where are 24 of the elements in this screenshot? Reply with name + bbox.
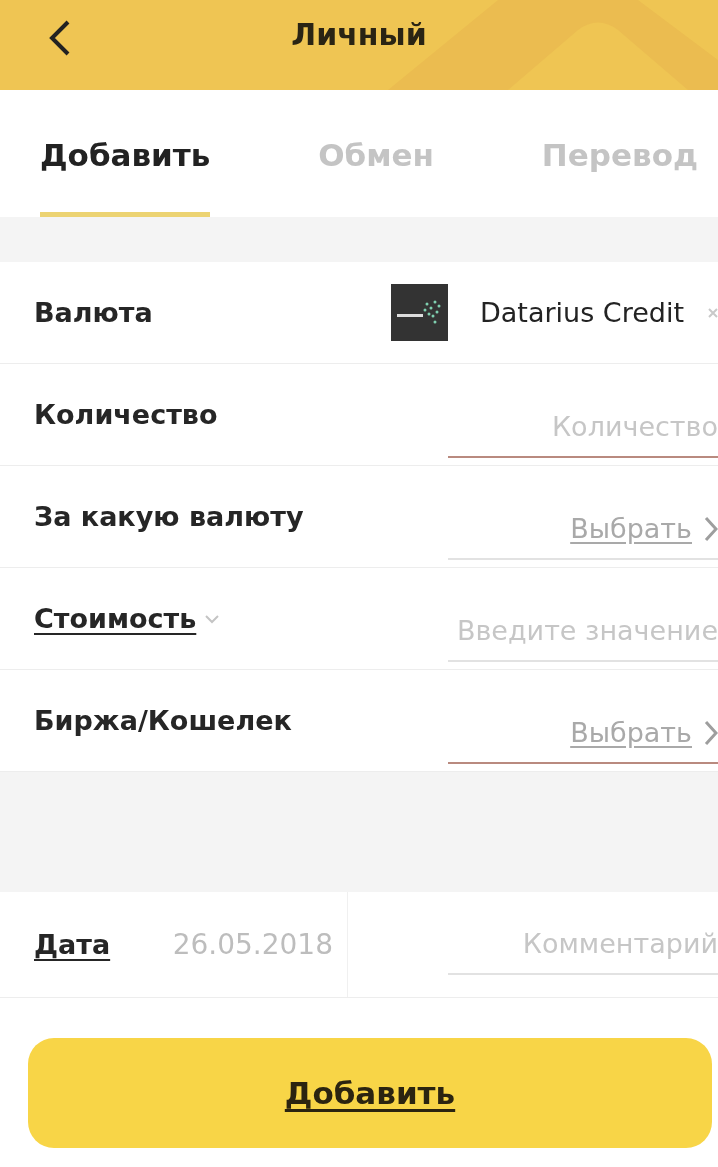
add-button[interactable]: Добавить xyxy=(28,1038,712,1148)
select-field[interactable]: Выбрать xyxy=(448,499,718,560)
input-field[interactable]: Количество xyxy=(448,397,718,458)
comment-field[interactable]: Комментарий xyxy=(448,914,718,975)
tab[interactable]: Добавить xyxy=(40,90,211,217)
select-field[interactable]: Выбрать xyxy=(448,703,718,764)
chevron-right-icon xyxy=(704,719,718,746)
field-label: Биржа/Кошелек xyxy=(34,705,292,736)
date-label: Дата xyxy=(34,929,111,960)
field-label: За какую валюту xyxy=(34,501,304,532)
input-field[interactable]: Введите значение xyxy=(448,601,718,662)
logo-icon xyxy=(390,284,448,341)
field-label: Количество xyxy=(34,399,218,430)
page-title: Личный xyxy=(291,16,427,52)
cross-icon xyxy=(708,307,718,318)
tab[interactable]: Обмен xyxy=(318,90,434,217)
currency-name: Datarius Credit xyxy=(479,297,684,328)
choose-link[interactable]: Выбрать xyxy=(570,717,692,748)
tab[interactable]: Перевод xyxy=(541,90,698,217)
choose-link[interactable]: Выбрать xyxy=(570,513,692,544)
date-value[interactable]: 26.05.2018 xyxy=(172,928,333,961)
chevron-right-icon xyxy=(704,515,718,542)
field-label: Валюта xyxy=(34,297,153,328)
field-label[interactable]: Стоимость xyxy=(34,603,197,634)
